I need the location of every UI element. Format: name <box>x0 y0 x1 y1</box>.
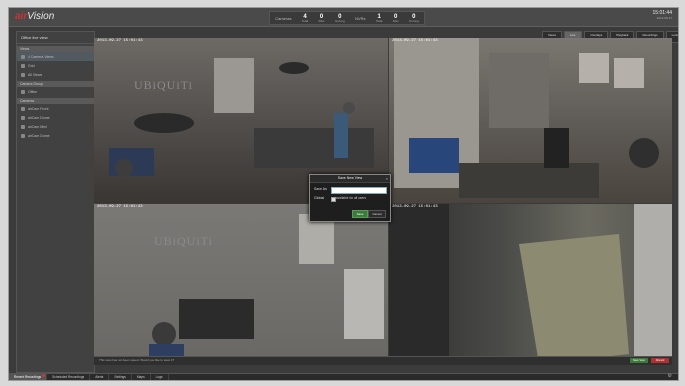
tab-logs[interactable]: Logs <box>151 374 169 380</box>
global-label: Global <box>314 196 325 200</box>
sidebar-item-camera-1[interactable]: airCam Front <box>17 104 94 113</box>
global-checkbox-label: available for all users <box>336 196 366 200</box>
office-scene-3 <box>149 214 384 364</box>
notification-badge <box>42 374 46 377</box>
sidebar-item-grid[interactable]: Grid <box>17 61 94 70</box>
save-view-button[interactable]: Save View <box>630 358 648 363</box>
cameras-stat-label: Cameras <box>275 15 292 21</box>
camera-timestamp: 2013-09-27 15:01:43 <box>97 205 143 209</box>
top-bar: airVision Cameras 4 Total 0 Disc 0 Unmng NV… <box>9 8 678 27</box>
save-view-dialog: Save New View × Save As Global available… <box>309 174 391 222</box>
nvrs-unmanaged-stat[interactable]: 0 Unmng <box>409 14 419 23</box>
closeup-scene-4 <box>389 204 672 364</box>
tab-settings[interactable]: Settings <box>109 374 132 380</box>
unsaved-view-bar: This view has not been saved. Would you … <box>94 356 672 365</box>
grid-icon <box>21 54 25 59</box>
sidebar-item-camera-4[interactable]: airCam Dome <box>17 131 94 140</box>
folder-icon <box>21 89 25 94</box>
sidebar-item-all-views[interactable]: All Views <box>17 70 94 79</box>
sidebar-item-camera-3[interactable]: airCam Mini <box>17 122 94 131</box>
dialog-title: Save New View × <box>310 175 390 183</box>
camera-icon <box>21 115 25 120</box>
unsaved-view-message: This view has not been saved. Would you … <box>99 358 175 362</box>
grid-icon <box>21 63 25 68</box>
app-logo: airVision <box>15 11 55 22</box>
office-scene-2 <box>394 38 659 198</box>
app-window: airVision Cameras 4 Total 0 Disc 0 Unmng NV… <box>8 7 679 381</box>
camera-icon <box>21 133 25 138</box>
camera-icon <box>21 124 25 129</box>
save-as-label: Save As <box>314 187 327 191</box>
gear-icon[interactable]: ⚙ <box>668 373 672 380</box>
clock-date: 2013-09-27 <box>656 15 672 20</box>
sidebar-title: Office live view <box>17 32 94 44</box>
camera-timestamp: 2013-09-27 15:01:43 <box>392 39 438 43</box>
bottom-bar: Recent Recordings Scheduled Recordings A… <box>9 373 678 380</box>
grid-icon <box>21 72 25 77</box>
cancel-button[interactable]: Cancel <box>368 210 386 218</box>
discard-view-button[interactable]: Discard <box>651 358 669 363</box>
cameras-disconnected-stat[interactable]: 0 Disc <box>319 14 325 23</box>
camera-feed-2[interactable]: 2013-09-27 15:01:43 <box>389 38 672 203</box>
tab-maps[interactable]: Maps <box>132 374 151 380</box>
nvrs-total-stat[interactable]: 1 Total <box>376 14 382 23</box>
clock: 15:01:44 2013-09-27 <box>653 10 672 20</box>
camera-timestamp: 2013-09-27 15:01:43 <box>97 39 143 43</box>
tab-alerts[interactable]: Alerts <box>90 374 110 380</box>
camera-feed-3[interactable]: UBiQUiTi 2013-09-27 15:01:43 <box>94 204 388 364</box>
save-as-input[interactable] <box>331 187 387 194</box>
tab-scheduled-recordings[interactable]: Scheduled Recordings <box>47 374 91 380</box>
nvrs-stat-label: NVRs <box>355 15 366 21</box>
cameras-total-stat[interactable]: 4 Total <box>302 14 308 23</box>
sidebar-item-camera-2[interactable]: airCam Dome <box>17 113 94 122</box>
watermark-logo-text: UBiQUiTi <box>154 234 213 248</box>
system-stats: Cameras 4 Total 0 Disc 0 Unmng NVRs 1 Total … <box>269 11 425 25</box>
watermark-logo-text: UBiQUiTi <box>134 78 193 92</box>
camera-feed-4[interactable]: 2013-09-27 15:01:43 <box>389 204 672 364</box>
close-icon[interactable]: × <box>386 175 388 182</box>
cameras-unmanaged-stat[interactable]: 0 Unmng <box>335 14 345 23</box>
save-button[interactable]: Save <box>352 210 368 218</box>
sidebar-item-office[interactable]: Office <box>17 87 94 96</box>
camera-icon <box>21 106 25 111</box>
sidebar: Office live view Views 4 Camera Views Gr… <box>16 31 95 373</box>
camera-timestamp: 2013-09-27 15:01:43 <box>392 205 438 209</box>
sidebar-item-4-camera-views[interactable]: 4 Camera Views <box>17 52 94 61</box>
nvrs-disconnected-stat[interactable]: 0 Disc <box>393 14 399 23</box>
tab-recent-recordings[interactable]: Recent Recordings <box>9 374 48 380</box>
